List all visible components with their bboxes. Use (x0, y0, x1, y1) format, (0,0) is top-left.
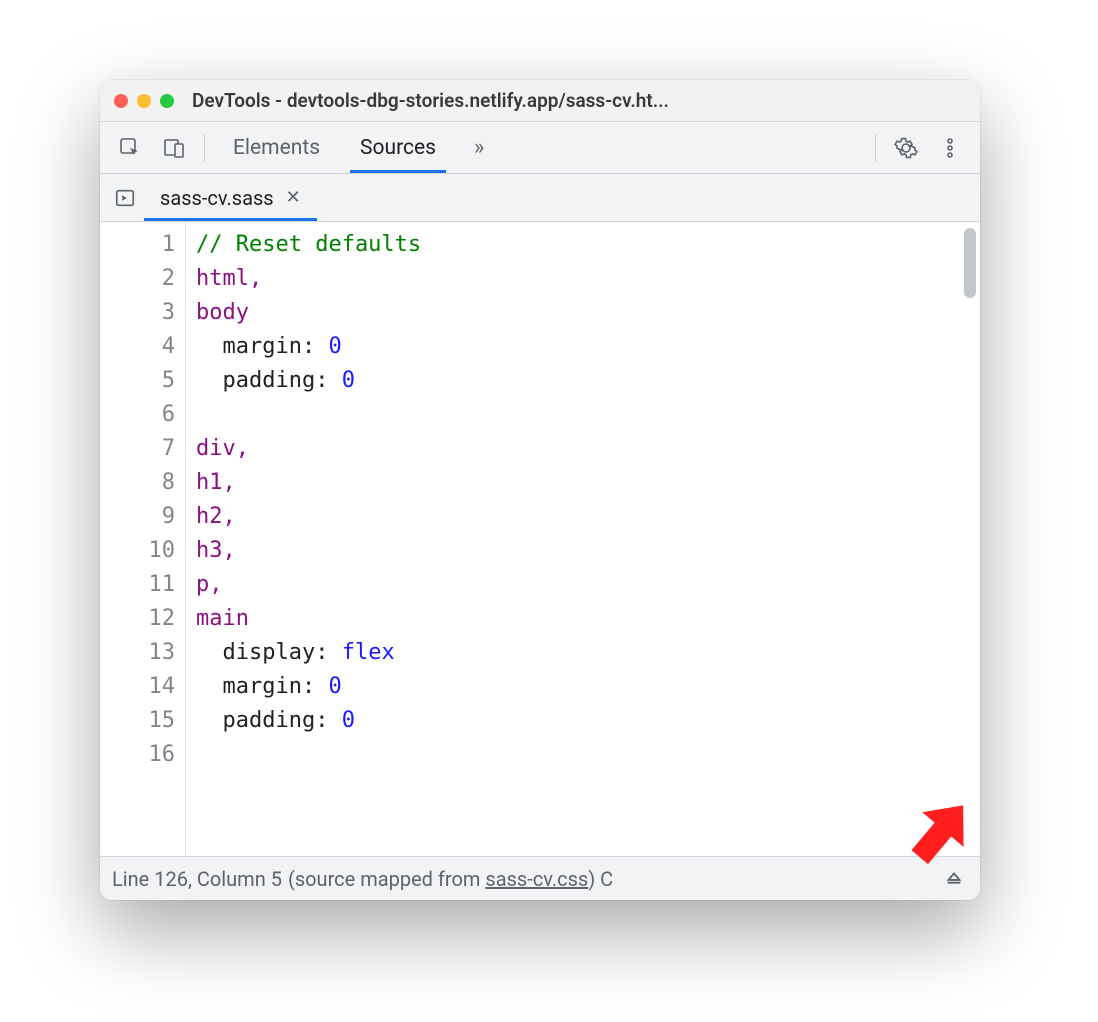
devtools-window: DevTools - devtools-dbg-stories.netlify.… (100, 80, 980, 900)
close-window-button[interactable] (114, 94, 128, 108)
code-line (196, 398, 970, 432)
status-bar: Line 126, Column 5 (source mapped from s… (100, 856, 980, 900)
line-number: 12 (106, 602, 175, 636)
line-number: 1 (106, 228, 175, 262)
code-line: padding: 0 (196, 364, 970, 398)
code-line: margin: 0 (196, 670, 970, 704)
line-number: 10 (106, 534, 175, 568)
code-line: p, (196, 568, 970, 602)
traffic-lights (114, 94, 174, 108)
line-number: 16 (106, 738, 175, 772)
device-toolbar-button[interactable] (154, 128, 194, 168)
line-number: 4 (106, 330, 175, 364)
code-line: h1, (196, 466, 970, 500)
line-number: 15 (106, 704, 175, 738)
file-tab-label: sass-cv.sass (160, 186, 274, 210)
kebab-menu-button[interactable] (930, 128, 970, 168)
main-toolbar: Elements Sources » (100, 122, 980, 174)
line-number: 5 (106, 364, 175, 398)
maximize-window-button[interactable] (160, 94, 174, 108)
file-tabstrip: sass-cv.sass ✕ (100, 174, 980, 222)
code-line: h3, (196, 534, 970, 568)
code-line: display: flex (196, 636, 970, 670)
tab-elements[interactable]: Elements (215, 122, 338, 173)
source-map-link[interactable]: sass-cv.css (485, 867, 588, 891)
code-content[interactable]: // Reset defaultshtml,body margin: 0 pad… (186, 222, 980, 856)
tab-sources[interactable]: Sources (342, 122, 454, 173)
line-number: 3 (106, 296, 175, 330)
minimize-window-button[interactable] (137, 94, 151, 108)
scrollbar-thumb[interactable] (964, 228, 976, 298)
line-gutter: 12345678910111213141516 (100, 222, 186, 856)
code-editor[interactable]: 12345678910111213141516 // Reset default… (100, 222, 980, 856)
show-drawer-button[interactable] (940, 865, 968, 893)
code-line: // Reset defaults (196, 228, 970, 262)
toolbar-separator (875, 134, 876, 162)
cursor-position: Line 126, Column 5 (112, 867, 282, 891)
source-map-info: (source mapped from sass-cv.css) C (288, 867, 613, 891)
line-number: 9 (106, 500, 175, 534)
line-number: 14 (106, 670, 175, 704)
code-line: padding: 0 (196, 704, 970, 738)
code-line: html, (196, 262, 970, 296)
line-number: 6 (106, 398, 175, 432)
titlebar: DevTools - devtools-dbg-stories.netlify.… (100, 80, 980, 122)
settings-button[interactable] (886, 128, 926, 168)
line-number: 8 (106, 466, 175, 500)
code-line: main (196, 602, 970, 636)
more-panels-button[interactable]: » (458, 135, 500, 160)
line-number: 11 (106, 568, 175, 602)
code-line: body (196, 296, 970, 330)
code-line (196, 738, 970, 772)
line-number: 13 (106, 636, 175, 670)
toolbar-separator (204, 134, 205, 162)
close-tab-button[interactable]: ✕ (286, 187, 301, 208)
navigator-toggle-button[interactable] (106, 174, 144, 221)
code-line: margin: 0 (196, 330, 970, 364)
code-line: h2, (196, 500, 970, 534)
file-tab-sass-cv[interactable]: sass-cv.sass ✕ (144, 174, 317, 221)
window-title: DevTools - devtools-dbg-stories.netlify.… (192, 89, 966, 112)
code-line: div, (196, 432, 970, 466)
line-number: 7 (106, 432, 175, 466)
inspect-element-button[interactable] (110, 128, 150, 168)
line-number: 2 (106, 262, 175, 296)
